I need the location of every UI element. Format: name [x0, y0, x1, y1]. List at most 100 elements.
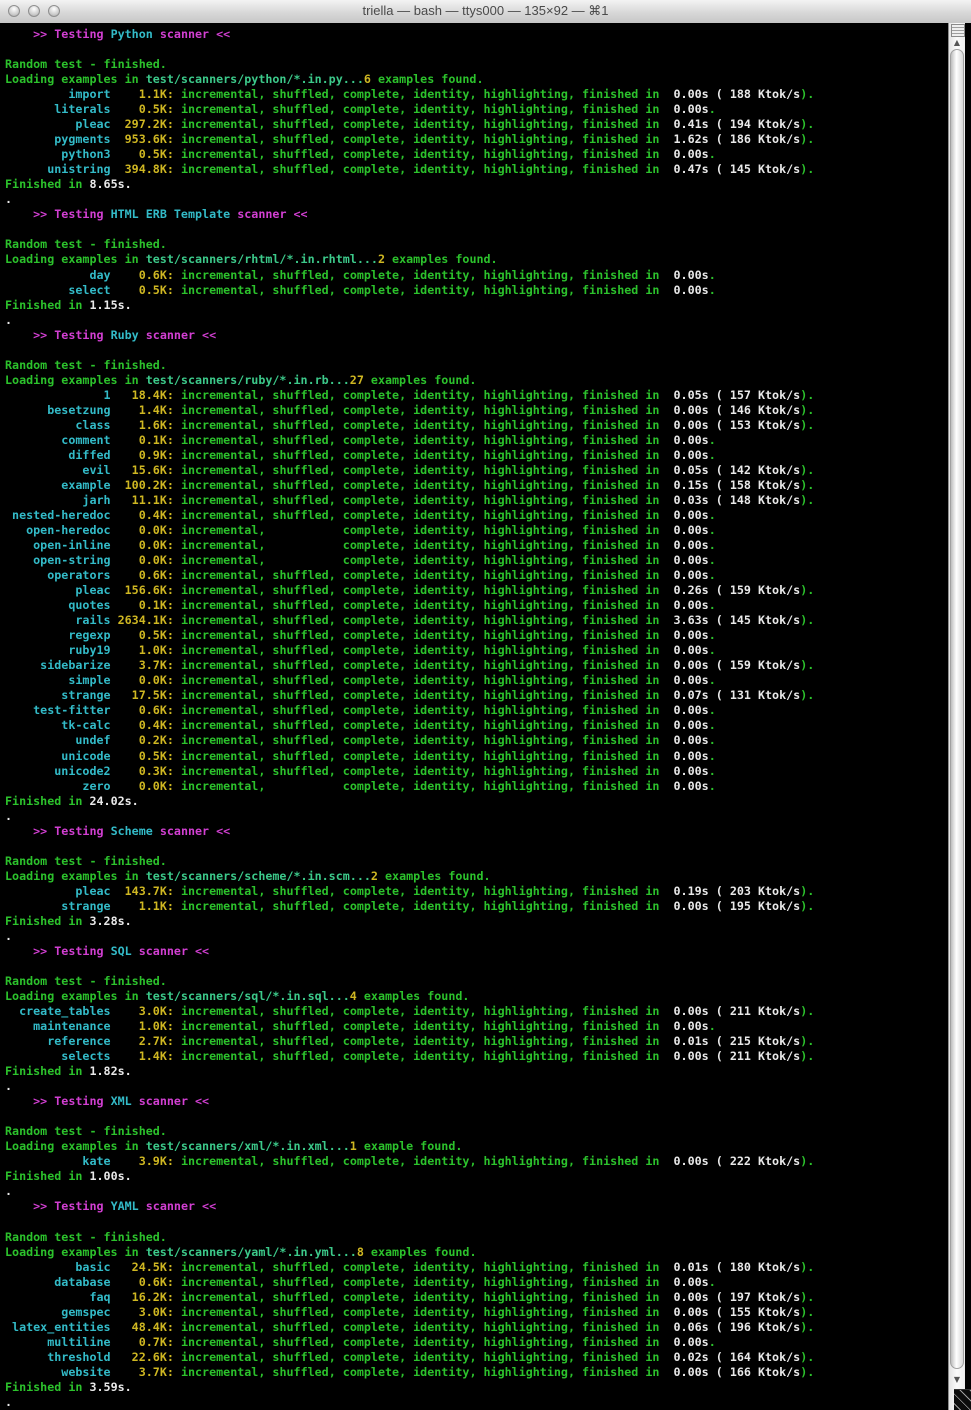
text-segment-c: gemspec: [5, 1305, 111, 1319]
text-segment-g: incremental, shuffled, complete, identit…: [174, 388, 660, 402]
terminal-line: pleac 156.6K: incremental, shuffled, com…: [5, 583, 971, 598]
text-segment-g: example found.: [357, 1139, 463, 1153]
text-segment-g: ).: [800, 1305, 814, 1319]
text-segment-g: incremental, shuffled, complete, identit…: [174, 478, 660, 492]
text-segment-y: 11.1K:: [111, 493, 174, 507]
terminal-line: unicode 0.5K: incremental, shuffled, com…: [5, 749, 971, 764]
text-segment-y: 297.2K:: [111, 117, 174, 131]
terminal-screen[interactable]: >> Testing Python scanner <<Random test …: [0, 23, 971, 1410]
text-segment-g: Finished in: [5, 794, 89, 808]
text-segment-c: open-string: [5, 553, 111, 567]
text-segment-g: incremental, shuffled, complete, identit…: [174, 147, 660, 161]
text-segment-y: 0.5K:: [111, 283, 174, 297]
text-segment-w: 0.00s: [659, 1275, 708, 1289]
resize-grip[interactable]: [954, 1389, 971, 1410]
text-segment-y: 4: [350, 989, 357, 1003]
text-segment-w: ( 159 Ktok/s: [709, 658, 800, 672]
text-segment-t: test/scanners/sql/*.in.sql...: [146, 989, 350, 1003]
terminal-line: maintenance 1.0K: incremental, shuffled,…: [5, 1019, 971, 1034]
text-segment-g: .: [709, 523, 716, 537]
text-segment-w: ( 166 Ktok/s: [709, 1365, 800, 1379]
terminal-line: pygments 953.6K: incremental, shuffled, …: [5, 132, 971, 147]
scroll-up-arrow-icon[interactable]: ▲: [949, 37, 965, 49]
terminal-line: Finished in 3.28s.: [5, 914, 971, 929]
terminal-line: >> Testing YAML scanner <<: [5, 1199, 971, 1214]
text-segment-y: 0.1K:: [111, 598, 174, 612]
text-segment-g: incremental, shuffled, complete, identit…: [174, 493, 660, 507]
scrollbar-thumb[interactable]: [950, 49, 964, 1369]
text-segment-c: 1: [5, 388, 111, 402]
text-segment-c: regexp: [5, 628, 111, 642]
terminal-line: Loading examples in test/scanners/ruby/*…: [5, 373, 971, 388]
text-segment-g: ).: [800, 1004, 814, 1018]
text-segment-y: 0.6K:: [111, 268, 174, 282]
text-segment-y: 953.6K:: [111, 132, 174, 146]
text-segment-w: 1.62s: [659, 132, 708, 146]
text-segment-g: incremental, shuffled, complete, identit…: [174, 1290, 660, 1304]
text-segment-y: 16.2K:: [111, 1290, 174, 1304]
text-segment-w: 0.00s: [659, 147, 708, 161]
text-segment-w: ( 142 Ktok/s: [709, 463, 800, 477]
terminal-line: day 0.6K: incremental, shuffled, complet…: [5, 268, 971, 283]
terminal-line: test-fitter 0.6K: incremental, shuffled,…: [5, 703, 971, 718]
text-segment-c: threshold: [5, 1350, 111, 1364]
text-segment-y: 3.9K:: [111, 1154, 174, 1168]
text-segment-c: day: [5, 268, 111, 282]
text-segment-c: rails: [5, 613, 111, 627]
text-segment-y: 0.5K:: [111, 147, 174, 161]
text-segment-c: tk-calc: [5, 718, 111, 732]
text-segment-c: reference: [5, 1034, 111, 1048]
text-segment-m: >> Testing: [5, 207, 111, 221]
text-segment-t: test/scanners/xml/*.in.xml...: [146, 1139, 350, 1153]
text-segment-c: diffed: [5, 448, 111, 462]
text-segment-w: ( 211 Ktok/s: [709, 1004, 800, 1018]
text-segment-g: incremental, complete, identity, highlig…: [174, 553, 660, 567]
zoom-button[interactable]: [48, 5, 60, 17]
text-segment-c: strange: [5, 899, 111, 913]
text-segment-c: faq: [5, 1290, 111, 1304]
text-segment-c: basic: [5, 1260, 111, 1274]
text-segment-g: Random test - finished.: [5, 358, 167, 372]
text-segment-y: 24.5K:: [111, 1260, 174, 1274]
terminal-line: kate 3.9K: incremental, shuffled, comple…: [5, 1154, 971, 1169]
text-segment-g: Loading examples in: [5, 989, 146, 1003]
minimize-button[interactable]: [28, 5, 40, 17]
text-segment-m: scanner <<: [132, 1094, 209, 1108]
text-segment-g: examples found.: [385, 252, 498, 266]
text-segment-y: 2: [378, 252, 385, 266]
text-segment-g: Random test - finished.: [5, 57, 167, 71]
text-segment-c: class: [5, 418, 111, 432]
title-bar[interactable]: triella — bash — ttys000 — 135×92 — ⌘1: [0, 0, 971, 24]
text-segment-g: incremental, shuffled, complete, identit…: [174, 87, 660, 101]
text-segment-g: incremental, shuffled, complete, identit…: [174, 703, 660, 717]
text-segment-y: 3.7K:: [111, 658, 174, 672]
text-segment-c: open-heredoc: [5, 523, 111, 537]
text-segment-w: ( 186 Ktok/s: [709, 132, 800, 146]
text-segment-w: 0.00s: [659, 718, 708, 732]
text-segment-w: ( 215 Ktok/s: [709, 1034, 800, 1048]
terminal-line: 1 18.4K: incremental, shuffled, complete…: [5, 388, 971, 403]
scrollbar-top-button[interactable]: [951, 24, 965, 37]
terminal-line: [5, 839, 971, 854]
text-segment-y: 0.9K:: [111, 448, 174, 462]
scroll-down-arrow-icon[interactable]: ▼: [949, 1374, 965, 1386]
text-segment-g: incremental, shuffled, complete, identit…: [174, 1365, 660, 1379]
text-segment-c: Ruby: [111, 328, 139, 342]
text-segment-w: .: [5, 192, 12, 206]
text-segment-g: incremental, shuffled, complete, identit…: [174, 1335, 660, 1349]
terminal-line: Random test - finished.: [5, 854, 971, 869]
close-button[interactable]: [8, 5, 20, 17]
terminal-line: basic 24.5K: incremental, shuffled, comp…: [5, 1260, 971, 1275]
text-segment-w: 0.00s: [659, 1154, 708, 1168]
terminal-line: Loading examples in test/scanners/yaml/*…: [5, 1245, 971, 1260]
text-segment-g: Finished in: [5, 177, 89, 191]
text-segment-m: scanner <<: [153, 27, 230, 41]
terminal-line: >> Testing XML scanner <<: [5, 1094, 971, 1109]
scrollbar[interactable]: ▲ ▼: [948, 23, 965, 1410]
text-segment-g: .: [709, 553, 716, 567]
text-segment-g: incremental, shuffled, complete, identit…: [174, 403, 660, 417]
text-segment-w: .: [5, 1184, 12, 1198]
text-segment-y: 0.0K:: [111, 779, 174, 793]
text-segment-y: 0.6K:: [111, 703, 174, 717]
terminal-line: zero 0.0K: incremental, complete, identi…: [5, 779, 971, 794]
